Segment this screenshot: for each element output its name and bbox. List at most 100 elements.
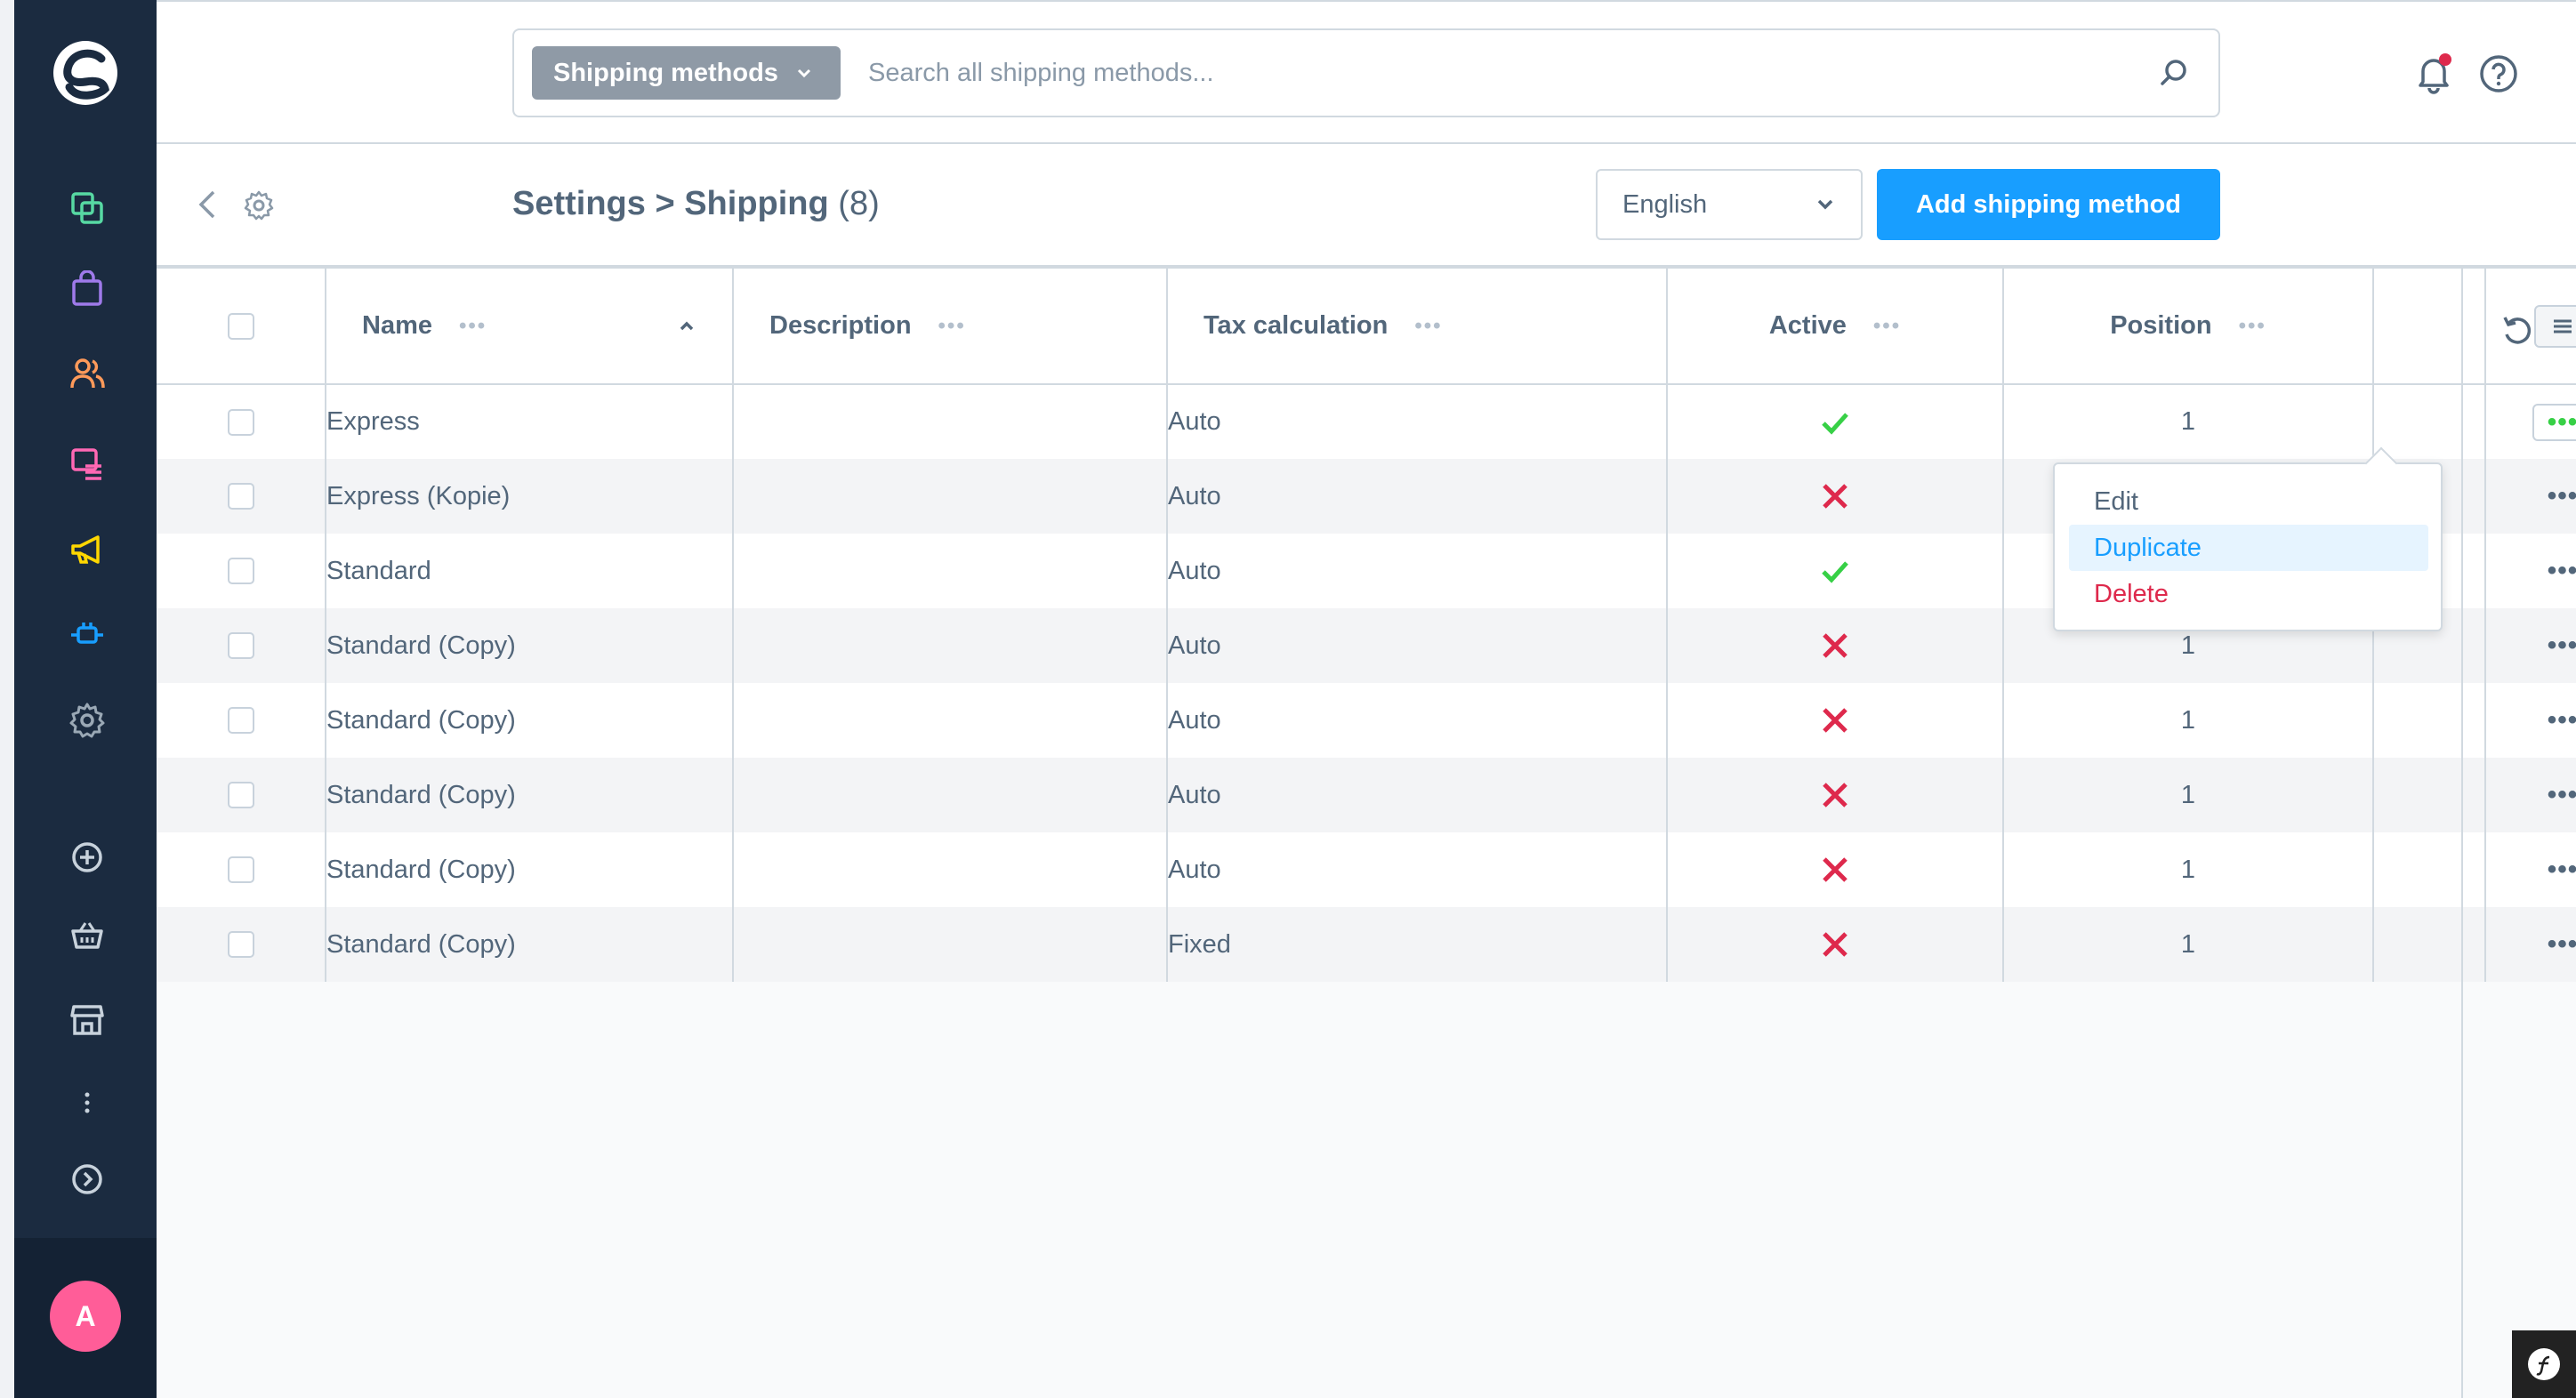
- cell-active: [1667, 459, 2004, 534]
- row-actions-button[interactable]: •••: [2532, 926, 2576, 963]
- cross-icon: [1823, 857, 1847, 882]
- user-avatar[interactable]: A: [50, 1281, 121, 1352]
- reset-columns-icon[interactable]: [2500, 313, 2535, 349]
- row-actions-button[interactable]: •••: [2532, 478, 2576, 515]
- add-circle-icon[interactable]: [68, 838, 107, 877]
- cell-name[interactable]: Standard (Copy): [326, 907, 734, 982]
- column-label: Name: [362, 311, 432, 340]
- select-cell: [157, 832, 326, 907]
- cell-name[interactable]: Standard (Copy): [326, 832, 734, 907]
- language-switch[interactable]: English: [1596, 169, 1863, 240]
- basket-icon[interactable]: [68, 916, 107, 955]
- column-header-tax[interactable]: Tax calculation •••: [1167, 269, 1668, 385]
- column-label: Position: [2110, 311, 2212, 340]
- row-actions-button[interactable]: •••: [2532, 403, 2576, 441]
- cell-tax-calculation: Auto: [1167, 459, 1668, 534]
- column-header-active[interactable]: Active •••: [1667, 269, 2004, 385]
- select-cell: [157, 384, 326, 459]
- row-actions-button[interactable]: •••: [2532, 702, 2576, 739]
- column-label: Active: [1768, 311, 1847, 340]
- marketing-icon[interactable]: [68, 530, 107, 569]
- column-settings-button[interactable]: [2534, 304, 2576, 348]
- column-menu-icon[interactable]: •••: [459, 314, 487, 339]
- cell-spacer: [2373, 683, 2486, 758]
- cell-position: 1: [2003, 683, 2374, 758]
- page-title: Settings > Shipping (8): [512, 185, 880, 223]
- menu-item-delete[interactable]: Delete: [2069, 571, 2428, 617]
- cell-name[interactable]: Standard (Copy): [326, 683, 734, 758]
- cell-actions: •••: [2485, 608, 2576, 683]
- cell-position: 1: [2003, 907, 2374, 982]
- cell-spacer: [2373, 758, 2486, 832]
- cell-name[interactable]: Standard (Copy): [326, 758, 734, 832]
- table-row[interactable]: Standard (Copy) Auto 1 •••: [157, 758, 2576, 832]
- notification-bell-icon[interactable]: [2412, 52, 2455, 94]
- row-checkbox[interactable]: [227, 558, 254, 584]
- search-type-label: Shipping methods: [553, 58, 778, 87]
- cell-description: [733, 534, 1168, 608]
- cross-icon: [1823, 484, 1847, 509]
- row-checkbox[interactable]: [227, 408, 254, 436]
- search-icon[interactable]: [2156, 55, 2192, 91]
- select-all-cell: [157, 269, 326, 385]
- column-header-name[interactable]: Name •••: [326, 269, 734, 385]
- dashboard-icon[interactable]: [68, 189, 107, 228]
- table-row[interactable]: Standard (Copy) Fixed 1 •••: [157, 907, 2576, 982]
- cell-name[interactable]: Standard (Copy): [326, 608, 734, 683]
- table-row[interactable]: Standard (Copy) Auto 1 •••: [157, 832, 2576, 907]
- cell-active: [1667, 907, 2004, 982]
- cross-icon: [1823, 708, 1847, 733]
- row-actions-button[interactable]: •••: [2532, 552, 2576, 590]
- gear-icon[interactable]: [242, 189, 276, 222]
- avatar-initial: A: [75, 1299, 96, 1332]
- column-header-position[interactable]: Position •••: [2003, 269, 2374, 385]
- top-bar: Shipping methods: [157, 0, 2576, 144]
- row-context-menu: Edit Duplicate Delete: [2053, 462, 2443, 631]
- storefront-icon[interactable]: [68, 1000, 107, 1039]
- extensions-icon[interactable]: [68, 615, 107, 655]
- catalog-icon[interactable]: [68, 270, 107, 309]
- row-checkbox[interactable]: [227, 931, 254, 958]
- cell-name[interactable]: Express: [326, 384, 734, 459]
- smart-bar: Settings > Shipping (8) English Add ship…: [157, 144, 2576, 269]
- back-arrow-icon[interactable]: [192, 187, 224, 222]
- row-actions-button[interactable]: •••: [2532, 627, 2576, 664]
- cell-tax-calculation: Auto: [1167, 534, 1668, 608]
- settings-icon[interactable]: [68, 701, 107, 740]
- cell-name[interactable]: Express (Kopie): [326, 459, 734, 534]
- column-menu-icon[interactable]: •••: [1414, 314, 1442, 339]
- add-shipping-method-button[interactable]: Add shipping method: [1877, 169, 2220, 240]
- search-type-dropdown[interactable]: Shipping methods: [532, 46, 841, 100]
- row-checkbox[interactable]: [227, 707, 254, 734]
- row-checkbox[interactable]: [227, 632, 254, 659]
- sort-ascending-icon[interactable]: [677, 317, 696, 336]
- table-row[interactable]: Express Auto 1 •••: [157, 384, 2576, 459]
- column-menu-icon[interactable]: •••: [938, 314, 966, 339]
- global-search: Shipping methods: [512, 28, 2220, 117]
- menu-item-duplicate[interactable]: Duplicate: [2069, 525, 2428, 571]
- select-all-checkbox[interactable]: [227, 312, 254, 340]
- table-row[interactable]: Standard (Copy) Auto 1 •••: [157, 683, 2576, 758]
- help-icon[interactable]: [2478, 53, 2519, 94]
- row-actions-button[interactable]: •••: [2532, 776, 2576, 814]
- column-header-description[interactable]: Description •••: [733, 269, 1168, 385]
- shopware-logo-icon[interactable]: [50, 37, 121, 108]
- row-checkbox[interactable]: [227, 782, 254, 808]
- row-checkbox[interactable]: [227, 856, 254, 883]
- cell-active: [1667, 534, 2004, 608]
- cell-actions: •••: [2485, 534, 2576, 608]
- customers-icon[interactable]: [68, 354, 107, 393]
- chevron-down-icon: [1817, 199, 1833, 210]
- menu-item-edit[interactable]: Edit: [2069, 478, 2428, 525]
- select-cell: [157, 459, 326, 534]
- row-checkbox[interactable]: [227, 483, 254, 510]
- search-input[interactable]: [868, 50, 2113, 96]
- expand-sidebar-icon[interactable]: [68, 1160, 107, 1199]
- cell-name[interactable]: Standard: [326, 534, 734, 608]
- content-icon[interactable]: [68, 445, 107, 484]
- column-menu-icon[interactable]: •••: [1873, 314, 1901, 339]
- column-menu-icon[interactable]: •••: [2239, 314, 2266, 339]
- row-actions-button[interactable]: •••: [2532, 851, 2576, 888]
- symfony-toolbar-icon[interactable]: [2512, 1330, 2576, 1398]
- more-vertical-icon[interactable]: [68, 1083, 107, 1122]
